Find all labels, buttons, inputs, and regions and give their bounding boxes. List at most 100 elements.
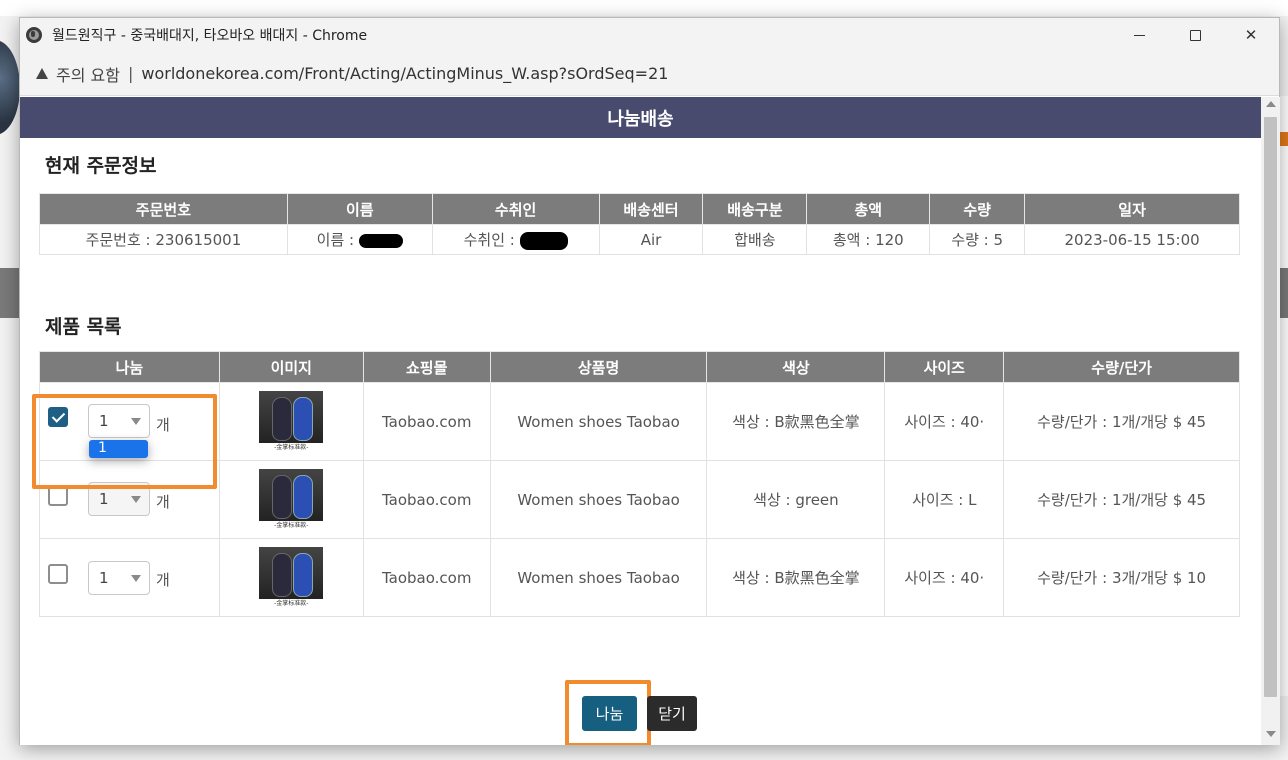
caret-down-icon [131, 418, 141, 425]
maximize-icon [1189, 29, 1201, 41]
price-cell: 수량/단가 : 1개/개당 $ 45 [1003, 460, 1240, 539]
scroll-thumb[interactable] [1264, 117, 1277, 697]
quantity-value: 1 [99, 490, 109, 508]
window-title: 월드원직구 - 중국배대지, 타오바오 배대지 - Chrome [52, 28, 368, 44]
insole-left [272, 552, 293, 597]
warning-icon [36, 68, 48, 79]
split-checkbox[interactable] [48, 486, 68, 506]
delivery-center: Air [598, 224, 704, 255]
order-row: 주문번호 : 230615001 이름 : 수취인 : Air 합배송 총액 :… [39, 224, 1240, 255]
product-thumbnail[interactable]: -金掌标准款- [259, 546, 324, 609]
address-bar[interactable]: 주의 요함 | worldonekorea.com/Front/Acting/A… [20, 52, 1279, 96]
order-date: 2023-06-15 15:00 [1024, 224, 1240, 255]
order-quantity: 수량 : 5 [929, 224, 1026, 255]
mall-cell: Taobao.com [362, 538, 491, 617]
recipient-label: 수취인 : [463, 231, 515, 249]
table-row: 1 개 1 -金掌标准款- Taobao.com Women shoes Tao… [39, 382, 1240, 461]
column-header: 총액 [806, 193, 931, 225]
page-content: 나눔배송 현재 주문정보 주문번호 이름 수취인 배송센터 배송구분 총액 수량… [20, 97, 1261, 745]
product-header-row: 나눔 이미지 쇼핑몰 상품명 색상 사이즈 수량/단가 [39, 351, 1240, 383]
insole-left [272, 396, 293, 441]
mall-cell: Taobao.com [362, 460, 491, 539]
dropdown-option[interactable]: 1 [89, 440, 148, 458]
scroll-up-icon[interactable] [1266, 101, 1276, 107]
redacted-recipient [519, 231, 568, 250]
split-cell: 1 개 [39, 460, 220, 539]
redacted-name [358, 233, 403, 248]
column-header: 쇼핑몰 [362, 351, 491, 383]
order-header-row: 주문번호 이름 수취인 배송센터 배송구분 총액 수량 일자 [39, 193, 1240, 225]
scroll-down-icon[interactable] [1266, 731, 1276, 737]
split-cell: 1 개 1 [39, 382, 220, 461]
color-cell: 색상 : green [706, 460, 886, 539]
product-thumbnail[interactable]: -金掌标准款- [259, 390, 324, 453]
image-cell: -金掌标准款- [218, 460, 364, 539]
table-row: 1 개 -金掌标准款- Taobao.com Women shoes Taoba… [39, 460, 1240, 539]
column-header: 일자 [1024, 193, 1240, 225]
thumbnail-caption: -金掌标准款- [259, 520, 324, 531]
quantity-select[interactable]: 1 [88, 482, 150, 516]
insole-right [293, 396, 314, 441]
caret-down-icon [131, 496, 141, 503]
column-header: 나눔 [39, 351, 220, 383]
maximize-button[interactable] [1167, 18, 1223, 52]
recipient-cell: 수취인 : [431, 224, 600, 255]
security-warning[interactable]: 주의 요함 [56, 62, 120, 86]
order-info-table: 주문번호 이름 수취인 배송센터 배송구분 총액 수량 일자 주문번호 : 23… [39, 193, 1240, 255]
order-total: 총액 : 120 [806, 224, 931, 255]
product-name-cell: Women shoes Taobao [489, 460, 708, 539]
unit-label: 개 [156, 493, 170, 511]
size-cell: 사이즈 : 40· [884, 538, 1005, 617]
close-window-button[interactable]: ✕ [1223, 18, 1279, 52]
scrollbar[interactable] [1261, 97, 1280, 745]
column-header: 수량 [929, 193, 1026, 225]
insole-left [272, 474, 293, 519]
page-title: 나눔배송 [607, 108, 674, 130]
split-checkbox[interactable] [48, 407, 68, 427]
product-section-title: 제품 목록 [45, 316, 122, 338]
product-thumbnail[interactable]: -金掌标准款- [259, 468, 324, 531]
size-cell: 사이즈 : 40· [884, 382, 1005, 461]
product-name-cell: Women shoes Taobao [489, 382, 708, 461]
background-accent [1279, 132, 1288, 146]
order-number: 주문번호 : 230615001 [39, 224, 288, 255]
split-checkbox[interactable] [48, 564, 68, 584]
page-header: 나눔배송 [20, 97, 1261, 138]
address-separator: | [127, 64, 134, 83]
quantity-value: 1 [99, 569, 109, 587]
color-cell: 색상 : B款黑色全掌 [706, 382, 886, 461]
column-header: 사이즈 [884, 351, 1005, 383]
minimize-button[interactable] [1111, 18, 1167, 52]
order-section-title: 현재 주문정보 [45, 155, 157, 177]
image-cell: -金掌标准款- [218, 382, 364, 461]
column-header: 이름 [286, 193, 433, 225]
mall-cell: Taobao.com [362, 382, 491, 461]
product-table: 나눔 이미지 쇼핑몰 상품명 색상 사이즈 수량/단가 1 개 1 -金掌标准款… [39, 351, 1240, 617]
column-header: 이미지 [218, 351, 364, 383]
split-button[interactable]: 나눔 [582, 696, 637, 731]
quantity-select[interactable]: 1 [88, 561, 150, 595]
column-header: 상품명 [489, 351, 708, 383]
dropdown-option-label: 1 [98, 440, 107, 456]
table-row: 1 개 -金掌标准款- Taobao.com Women shoes Taoba… [39, 538, 1240, 617]
thumbnail-caption: -金掌标准款- [259, 442, 324, 453]
unit-label: 개 [156, 571, 170, 589]
quantity-value: 1 [99, 412, 109, 430]
insole-right [293, 474, 314, 519]
column-header: 색상 [706, 351, 886, 383]
globe-icon [26, 27, 42, 43]
column-header: 배송구분 [702, 193, 808, 225]
quantity-select[interactable]: 1 [88, 404, 150, 438]
column-header: 주문번호 [39, 193, 288, 225]
price-cell: 수량/단가 : 3개/개당 $ 10 [1003, 538, 1240, 617]
color-cell: 색상 : B款黑色全掌 [706, 538, 886, 617]
unit-label: 개 [156, 416, 170, 434]
background-topbar [0, 0, 1288, 16]
popup-window: 월드원직구 - 중국배대지, 타오바오 배대지 - Chrome ✕ 주의 요함… [19, 17, 1280, 745]
close-button[interactable]: 닫기 [647, 696, 697, 731]
split-cell: 1 개 [39, 538, 220, 617]
thumbnail-caption: -金掌标准款- [259, 598, 324, 609]
url-text[interactable]: worldonekorea.com/Front/Acting/ActingMin… [141, 64, 668, 83]
background-band [0, 268, 20, 318]
minimize-icon [1133, 34, 1145, 36]
